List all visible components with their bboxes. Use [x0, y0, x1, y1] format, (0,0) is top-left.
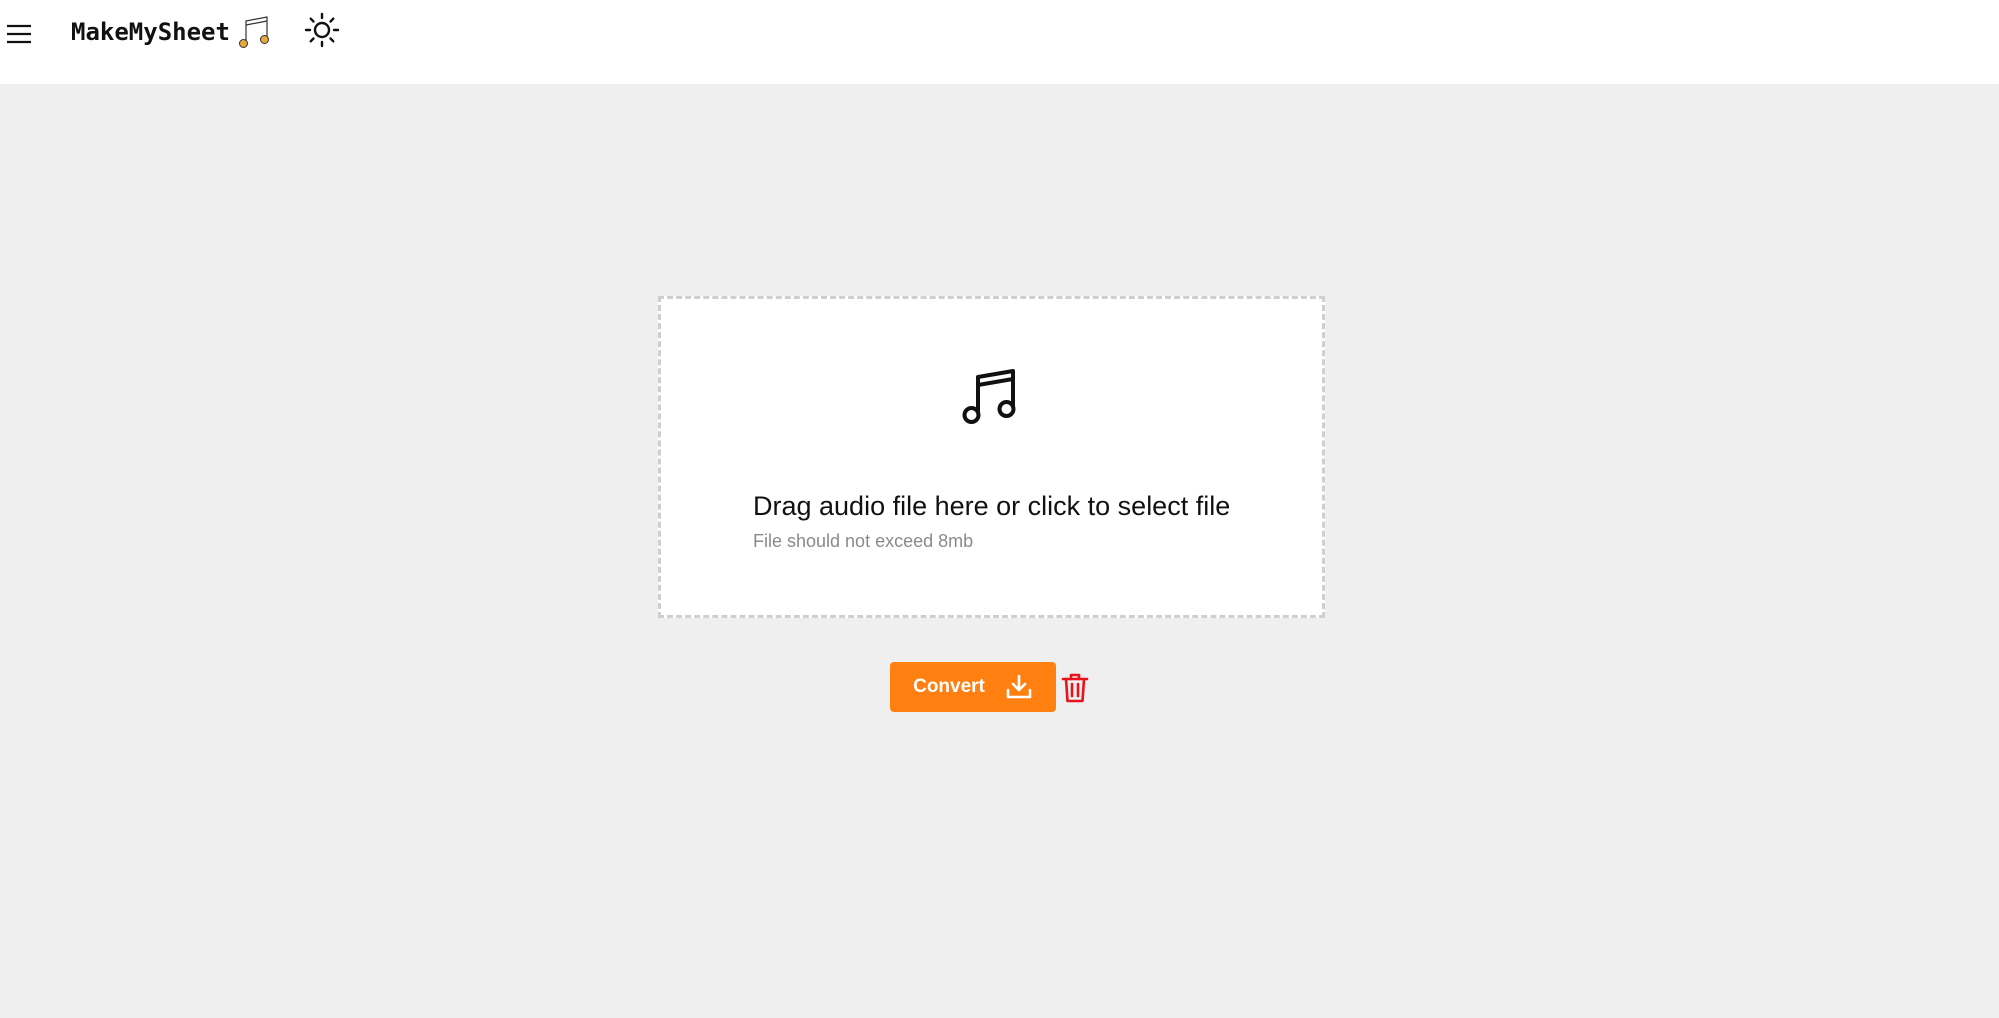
- brand-logo[interactable]: MakeMySheet: [71, 12, 274, 52]
- main-area: Drag audio file here or click to select …: [0, 84, 1999, 1018]
- hamburger-menu-icon[interactable]: [6, 20, 32, 46]
- convert-button[interactable]: Convert: [890, 662, 1056, 712]
- file-dropzone[interactable]: Drag audio file here or click to select …: [658, 296, 1325, 618]
- music-notes-icon: [238, 16, 269, 48]
- convert-button-label: Convert: [913, 676, 985, 697]
- trash-icon[interactable]: [1061, 672, 1089, 704]
- sun-icon[interactable]: [304, 12, 340, 48]
- dropzone-title: Drag audio file here or click to select …: [753, 491, 1231, 521]
- dropzone-hint: File should not exceed 8mb: [753, 531, 974, 551]
- brand-name: MakeMySheet: [71, 18, 230, 46]
- music-note-icon: [962, 369, 1016, 424]
- top-bar: MakeMySheet: [0, 0, 1999, 84]
- download-icon: [1006, 674, 1032, 699]
